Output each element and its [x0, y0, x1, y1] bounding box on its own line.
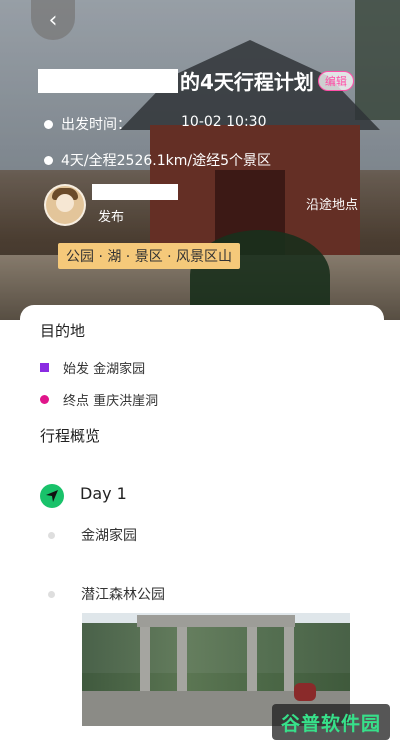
route-points-link[interactable]: 沿途地点	[306, 194, 358, 213]
photo-gate-top	[137, 615, 295, 627]
end-marker-icon	[40, 395, 49, 404]
end-point-row: 终点 重庆洪崖洞	[40, 390, 158, 409]
day-label: Day 1	[80, 484, 127, 503]
navigation-arrow-icon	[40, 484, 64, 508]
photo-gate-pillar	[140, 627, 150, 697]
photo-gate-pillar	[247, 627, 257, 697]
bullet-dot	[44, 155, 53, 165]
stop-name: 金湖家园	[81, 528, 137, 544]
stop-item[interactable]: 潜江森林公园	[48, 584, 165, 604]
departure-label: 出发时间：	[61, 117, 131, 133]
site-watermark: 谷普软件园	[272, 704, 390, 740]
start-point-text: 始发 金湖家园	[63, 362, 146, 377]
bullet-dot	[44, 119, 53, 129]
stop-dot-icon	[48, 590, 55, 598]
avatar-face	[56, 194, 74, 212]
start-marker-icon	[40, 363, 49, 372]
avatar[interactable]	[44, 184, 86, 226]
publish-label: 发布	[98, 210, 125, 225]
tags-pill: 公园 · 湖 · 景区 · 风景区山	[58, 243, 241, 269]
stop-item[interactable]: 金湖家园	[48, 525, 137, 545]
trip-summary: 4天/全程2526.1km/途经5个景区	[61, 153, 271, 169]
end-point-text: 终点 重庆洪崖洞	[63, 394, 159, 409]
destination-title: 目的地	[40, 322, 86, 340]
edit-button[interactable]: 编辑	[317, 70, 354, 91]
stop-name: 潜江森林公园	[81, 587, 165, 603]
chevron-left-icon: ‹	[48, 7, 58, 33]
redacted-author-name	[92, 184, 178, 200]
photo-motorbike	[294, 683, 316, 701]
photo-gate-pillar	[177, 627, 187, 697]
trip-title: 的4天行程计划	[180, 70, 314, 94]
redacted-user-name	[38, 68, 178, 93]
departure-row: 出发时间： 10-02 10:30	[44, 114, 266, 134]
navigation-arrow-glyph	[46, 490, 58, 502]
stop-dot-icon	[48, 531, 55, 539]
photo-gate-pillar	[284, 627, 294, 697]
start-point-row: 始发 金湖家园	[40, 358, 145, 377]
overview-title: 行程概览	[40, 427, 101, 445]
trip-summary-row: 4天/全程2526.1km/途经5个景区	[44, 150, 271, 170]
trip-title-row: 的4天行程计划 编辑	[38, 66, 354, 95]
departure-time: 10-02 10:30	[181, 114, 267, 130]
